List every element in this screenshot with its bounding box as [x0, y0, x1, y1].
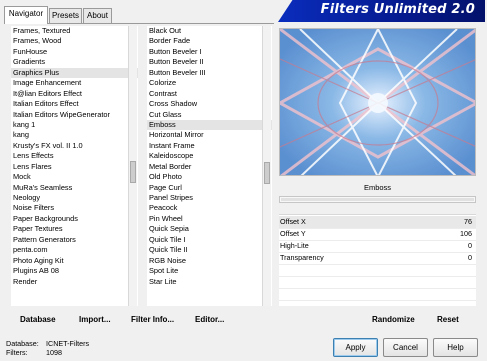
filter-list-item[interactable]: Kaleidoscope [147, 151, 272, 161]
param-row-high-lite[interactable]: High-Lite 0 [279, 240, 476, 252]
category-list-item[interactable]: MuRa's Seamless [11, 183, 138, 193]
help-button[interactable]: Help [433, 338, 478, 357]
filters-count-label: Filters: [6, 348, 28, 357]
randomize-link[interactable]: Randomize [372, 314, 415, 326]
category-list[interactable]: Frames, Textured Frames, Wood FunHouse Grad… [11, 26, 138, 306]
category-list-item[interactable]: Frames, Textured [11, 26, 138, 36]
kaleidoscope-preview-graphic [280, 29, 475, 175]
filter-list-item[interactable]: Peacock [147, 203, 272, 213]
param-value[interactable]: 76 [464, 216, 472, 228]
title-banner: Filters Unlimited 2.0 [278, 0, 485, 22]
database-value: ICNET-Filters [46, 339, 90, 348]
tab-navigator[interactable]: Navigator [4, 6, 48, 24]
category-list-item[interactable]: Italian Editors WipeGenerator [11, 110, 138, 120]
category-list-item[interactable]: Plugins AB 08 [11, 266, 138, 276]
preview-scrollbar[interactable] [279, 196, 476, 203]
filter-list-item[interactable]: Old Photo [147, 172, 272, 182]
category-list-item[interactable]: Italian Editors Effect [11, 99, 138, 109]
filter-list-item[interactable]: Panel Stripes [147, 193, 272, 203]
category-list-item[interactable]: Krusty's FX vol. II 1.0 [11, 141, 138, 151]
filter-list-item[interactable]: Pin Wheel [147, 214, 272, 224]
category-list-item[interactable]: Paper Textures [11, 224, 138, 234]
filter-list-item[interactable]: Quick Tile II [147, 245, 272, 255]
filter-list-item[interactable]: Black Out [147, 26, 272, 36]
filter-list-item[interactable]: RGB Noise [147, 256, 272, 266]
category-list-item[interactable]: Paper Backgrounds [11, 214, 138, 224]
category-list-item[interactable]: Lens Flares [11, 162, 138, 172]
category-list-item[interactable]: Lens Effects [11, 151, 138, 161]
filters-count-value: 1098 [46, 348, 62, 357]
filter-list-item[interactable]: Quick Tile I [147, 235, 272, 245]
category-list-item[interactable]: Frames, Wood [11, 36, 138, 46]
filter-list-item[interactable]: Quick Sepia [147, 224, 272, 234]
category-scrollbar[interactable] [128, 26, 137, 306]
preview-scroll-thumb[interactable] [281, 198, 474, 201]
filter-scroll-thumb[interactable] [264, 162, 270, 184]
category-list-item[interactable]: Render [11, 277, 138, 287]
category-list-item[interactable]: Photo Aging Kit [11, 256, 138, 266]
tab-about[interactable]: About [83, 8, 112, 23]
category-list-item[interactable]: kang [11, 130, 138, 140]
param-row-transparency[interactable]: Transparency 0 [279, 252, 476, 264]
filter-list-item[interactable]: Colorize [147, 78, 272, 88]
category-list-item[interactable]: Gradients [11, 57, 138, 67]
selected-filter-name: Emboss [363, 183, 392, 192]
import-link[interactable]: Import... [79, 314, 111, 326]
filter-info-link[interactable]: Filter Info... [131, 314, 174, 326]
filter-list[interactable]: Black Out Border Fade Button Beveler I Butt… [147, 26, 272, 306]
param-row-offset-x[interactable]: Offset X 76 [279, 216, 476, 228]
param-label: High-Lite [280, 241, 309, 250]
filter-list-item[interactable]: Spot Lite [147, 266, 272, 276]
filter-list-item[interactable]: Button Beveler I [147, 47, 272, 57]
filter-list-item[interactable]: Instant Frame [147, 141, 272, 151]
filter-list-item[interactable]: Cross Shadow [147, 99, 272, 109]
filter-list-item[interactable]: Metal Border [147, 162, 272, 172]
category-list-item[interactable]: penta.com [11, 245, 138, 255]
param-label: Offset X [280, 217, 306, 226]
param-divider [279, 288, 476, 289]
param-label: Offset Y [280, 229, 306, 238]
preview-image [279, 28, 476, 176]
category-list-item[interactable]: It@lian Editors Effect [11, 89, 138, 99]
param-divider [279, 276, 476, 277]
category-list-item[interactable]: FunHouse [11, 47, 138, 57]
category-list-item[interactable]: Graphics Plus [11, 67, 138, 79]
param-value[interactable]: 0 [468, 252, 472, 264]
category-list-item[interactable]: Image Enhancement [11, 78, 138, 88]
param-value[interactable]: 106 [460, 228, 472, 240]
category-list-item[interactable]: Noise Filters [11, 203, 138, 213]
filter-list-item[interactable]: Emboss [147, 119, 272, 131]
filter-list-item[interactable]: Contrast [147, 89, 272, 99]
param-value[interactable]: 0 [468, 240, 472, 252]
apply-button[interactable]: Apply [333, 338, 378, 357]
banner-title: Filters Unlimited 2.0 [320, 2, 475, 17]
filter-list-item[interactable]: Border Fade [147, 36, 272, 46]
editor-link[interactable]: Editor... [195, 314, 224, 326]
filter-list-item[interactable]: Cut Glass [147, 110, 272, 120]
parameter-panel[interactable]: Offset X 76 Offset Y 106 High-Lite 0 Tra… [279, 214, 476, 306]
filter-list-item[interactable]: Horizontal Mirror [147, 130, 272, 140]
param-divider [279, 264, 476, 265]
param-label: Transparency [280, 253, 324, 262]
database-label: Database: [6, 339, 39, 348]
category-scroll-thumb[interactable] [130, 161, 136, 183]
cancel-button[interactable]: Cancel [383, 338, 428, 357]
param-divider [279, 300, 476, 301]
filter-list-item[interactable]: Page Curl [147, 183, 272, 193]
database-link[interactable]: Database [20, 314, 56, 326]
category-list-item[interactable]: Neology [11, 193, 138, 203]
tab-presets[interactable]: Presets [49, 8, 82, 23]
filter-list-item[interactable]: Button Beveler III [147, 68, 272, 78]
filter-scrollbar[interactable] [262, 26, 271, 306]
param-row-offset-y[interactable]: Offset Y 106 [279, 228, 476, 240]
reset-link[interactable]: Reset [437, 314, 459, 326]
category-list-item[interactable]: Pattern Generators [11, 235, 138, 245]
category-list-item[interactable]: Mock [11, 172, 138, 182]
filter-list-item[interactable]: Star Lite [147, 277, 272, 287]
category-list-item[interactable]: kang 1 [11, 120, 138, 130]
filter-list-item[interactable]: Button Beveler II [147, 57, 272, 67]
